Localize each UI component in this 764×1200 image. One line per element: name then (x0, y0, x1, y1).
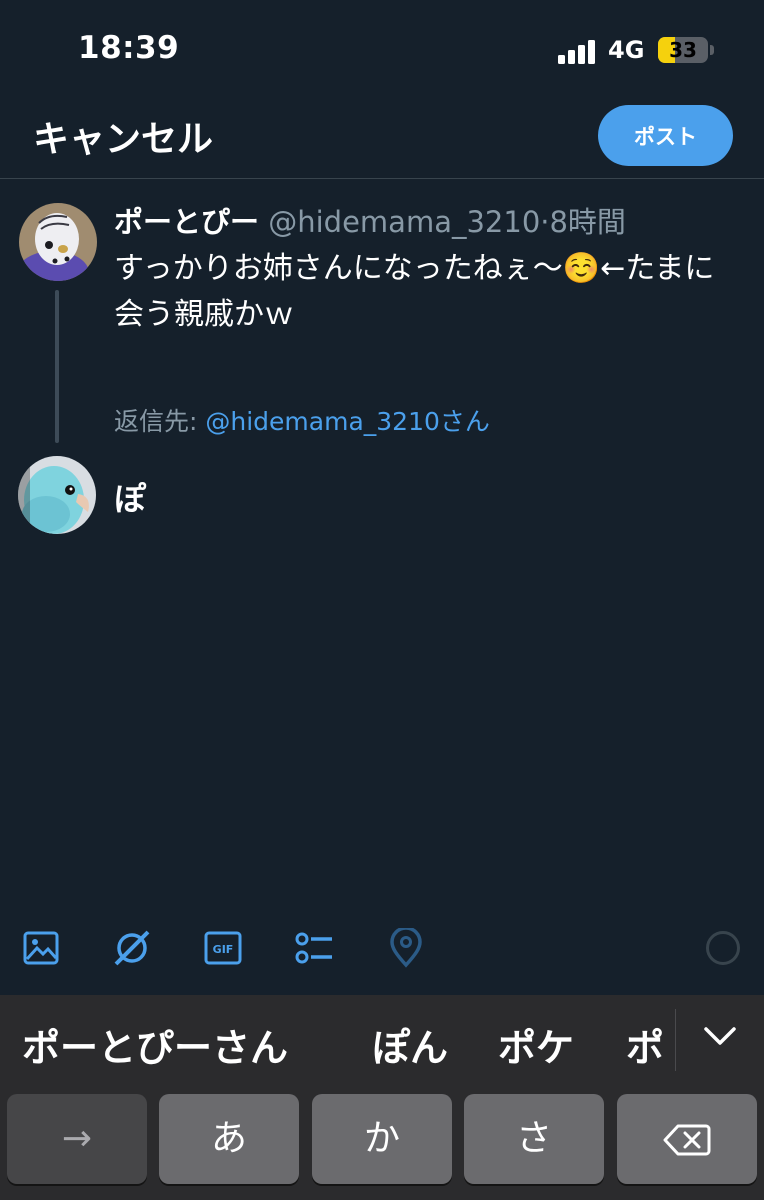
original-author-avatar[interactable] (19, 203, 97, 281)
status-time: 18:39 (78, 30, 180, 66)
tweet-text: すっかりお姉さんになったねぇ〜☺️←たまに会う親戚かｗ (114, 251, 715, 332)
delete-icon (663, 1124, 711, 1156)
location-icon[interactable] (386, 928, 426, 968)
suggestion-bar: ポーとぴーさん ぽん ポケ ポ (0, 995, 764, 1087)
author-name: ポーとぴー (114, 205, 260, 239)
compose-input[interactable]: ぽ (114, 474, 146, 520)
battery-level: 33 (669, 38, 697, 62)
delete-key[interactable] (617, 1094, 757, 1184)
suggestion-item[interactable]: ポ (626, 1017, 664, 1072)
battery-icon: 33 (658, 37, 708, 63)
svg-text:GIF: GIF (213, 943, 234, 956)
reply-mention-link[interactable]: @hidemama_3210さん (205, 407, 490, 436)
tweet-header: ポーとぴー @hidemama_3210·8時間 (114, 199, 626, 241)
keyboard: ポーとぴーさん ぽん ポケ ポ → あ か さ (0, 995, 764, 1200)
suggestion-item[interactable]: ポーとぴーさん (22, 1017, 288, 1072)
image-icon[interactable] (21, 928, 61, 968)
battery-tip (710, 45, 714, 55)
chevron-down-icon[interactable] (700, 1021, 740, 1051)
character-counter (706, 931, 740, 965)
key-a[interactable]: あ (159, 1094, 299, 1184)
suggestion-item[interactable]: ポケ (498, 1017, 574, 1072)
arrow-right-key[interactable]: → (7, 1094, 147, 1184)
post-button[interactable]: ポスト (598, 105, 733, 166)
suggestion-divider (675, 1009, 676, 1071)
user-avatar[interactable] (18, 456, 96, 534)
reply-to-line: 返信先: @hidemama_3210さん (114, 402, 490, 438)
suggestion-item[interactable]: ぽん (372, 1017, 448, 1072)
key-sa[interactable]: さ (464, 1094, 604, 1184)
compose-toolbar: GIF (0, 910, 764, 990)
suggestion-item-clipped[interactable]: ポ (626, 1017, 676, 1073)
network-type: 4G (608, 36, 645, 64)
compose-header: キャンセル ポスト (0, 100, 764, 179)
signal-icon (558, 38, 598, 64)
gif-icon[interactable]: GIF (203, 928, 243, 968)
reply-to-prefix: 返信先: (114, 407, 206, 436)
status-bar: 18:39 4G 33 (0, 0, 764, 100)
author-handle: @hidemama_3210 (268, 205, 541, 239)
cancel-button[interactable]: キャンセル (33, 110, 213, 162)
tweet-time: 8時間 (549, 205, 626, 239)
poll-icon[interactable] (294, 928, 334, 968)
grok-icon[interactable] (112, 928, 152, 968)
key-ka[interactable]: か (312, 1094, 452, 1184)
thread-line (55, 290, 59, 443)
